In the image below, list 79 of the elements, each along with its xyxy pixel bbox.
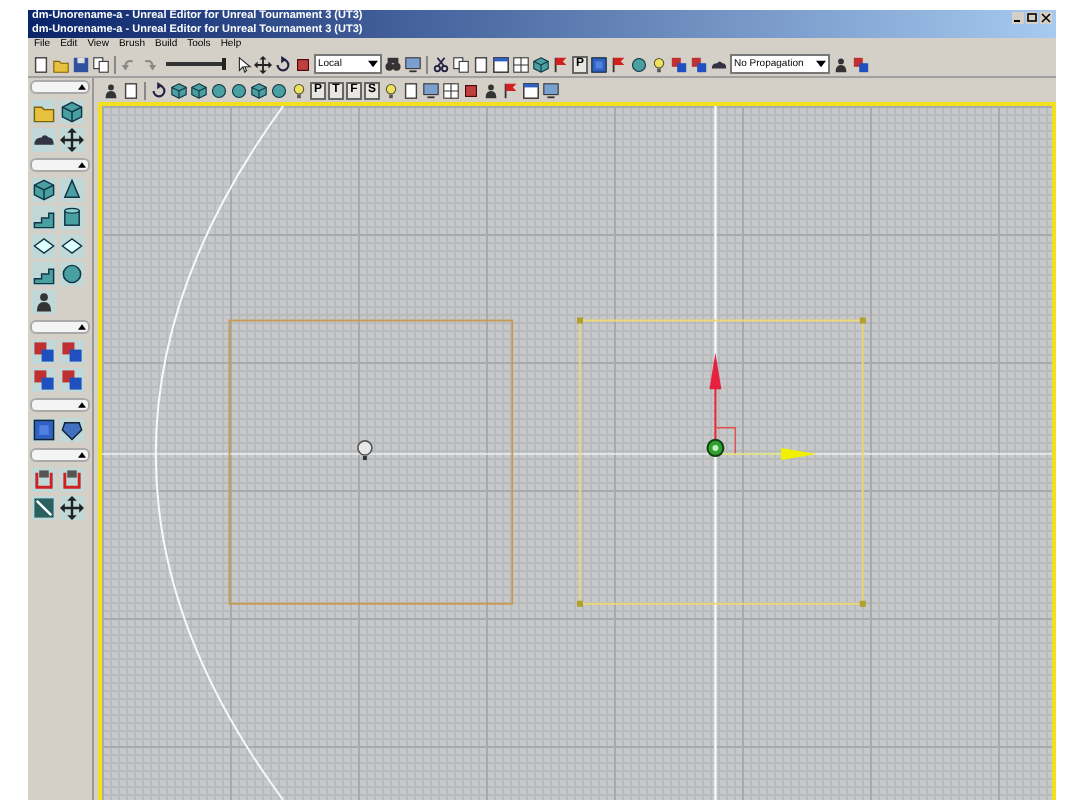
page-icon[interactable]	[402, 81, 421, 99]
minimize-icon[interactable]	[1012, 11, 1024, 23]
frame-icon[interactable]	[590, 55, 609, 73]
close-icon[interactable]	[1040, 11, 1052, 23]
person-icon[interactable]	[102, 81, 120, 99]
sphere-icon[interactable]	[630, 55, 649, 73]
blocks-icon[interactable]	[60, 340, 84, 364]
plane-icon[interactable]	[32, 234, 56, 258]
gem-icon[interactable]	[60, 418, 84, 442]
caret-icon[interactable]	[78, 402, 86, 408]
caret-icon[interactable]	[368, 60, 378, 68]
stairs-icon[interactable]	[32, 206, 56, 230]
flag-icon[interactable]	[552, 55, 570, 73]
cursor-icon[interactable]	[234, 55, 252, 73]
cube-icon[interactable]	[170, 81, 188, 99]
scissors-icon[interactable]	[432, 55, 450, 73]
grid-icon[interactable]	[512, 55, 530, 73]
person-icon[interactable]	[482, 81, 501, 99]
cylinder-icon[interactable]	[60, 206, 84, 230]
cube-icon[interactable]	[32, 178, 56, 202]
person-icon[interactable]	[832, 55, 851, 73]
cross-arrows-icon[interactable]	[60, 496, 84, 520]
lightbulb-icon[interactable]	[357, 440, 373, 461]
group-header[interactable]	[30, 158, 90, 172]
folder-icon[interactable]	[32, 100, 56, 124]
flag-icon[interactable]	[502, 81, 521, 99]
caret-icon[interactable]	[78, 324, 86, 330]
circle-arrow-icon[interactable]	[150, 81, 168, 99]
page-icon[interactable]	[122, 81, 140, 99]
bracket-icon[interactable]	[60, 468, 84, 492]
caret-icon[interactable]	[78, 84, 86, 90]
light-icon[interactable]	[290, 81, 308, 99]
square-icon[interactable]	[294, 55, 312, 73]
cloud-icon[interactable]	[710, 55, 729, 73]
monitor-icon[interactable]	[404, 55, 422, 73]
slash-icon[interactable]	[32, 496, 56, 520]
light-icon[interactable]	[650, 55, 669, 73]
bracket-icon[interactable]	[32, 468, 56, 492]
group-header[interactable]	[30, 398, 90, 412]
sphere-icon[interactable]	[60, 262, 84, 286]
person-icon[interactable]	[32, 290, 56, 314]
caret-icon[interactable]	[78, 162, 86, 168]
cloud-icon[interactable]	[32, 128, 56, 152]
light-icon[interactable]	[382, 81, 401, 99]
group-header[interactable]	[30, 80, 90, 94]
blocks-icon[interactable]	[32, 340, 56, 364]
cube-icon[interactable]	[190, 81, 208, 99]
binoculars-icon[interactable]	[384, 55, 402, 73]
cube-icon[interactable]	[60, 100, 84, 124]
circle-arrow-icon[interactable]	[274, 55, 292, 73]
monitor-icon[interactable]	[422, 81, 441, 99]
square-icon[interactable]	[462, 81, 481, 99]
grid-icon[interactable]	[442, 81, 461, 99]
blocks-icon[interactable]	[32, 368, 56, 392]
transform-gizmo-drawing[interactable]	[706, 352, 817, 461]
group-header[interactable]	[30, 320, 90, 334]
plane-icon[interactable]	[60, 234, 84, 258]
copy-icon[interactable]	[452, 55, 470, 73]
frame-icon[interactable]	[32, 418, 56, 442]
page-icon[interactable]	[472, 55, 490, 73]
cross-arrows-icon[interactable]	[60, 128, 84, 152]
page-icon[interactable]	[32, 55, 50, 73]
window-icon[interactable]	[522, 81, 541, 99]
group-header[interactable]	[30, 448, 90, 462]
caret-icon[interactable]	[78, 452, 86, 458]
cross-arrows-icon[interactable]	[254, 55, 272, 73]
cone-icon[interactable]	[60, 178, 84, 202]
monitor-icon[interactable]	[542, 81, 561, 99]
blocks-icon[interactable]	[852, 55, 871, 73]
cube-icon[interactable]	[250, 81, 268, 99]
caret-icon[interactable]	[816, 60, 827, 68]
blocks-icon[interactable]	[60, 368, 84, 392]
flag-icon[interactable]	[610, 55, 629, 73]
copy-icon[interactable]	[92, 55, 110, 73]
sphere-icon[interactable]	[270, 81, 288, 99]
stairs-icon[interactable]	[32, 262, 56, 286]
window-icon[interactable]	[492, 55, 510, 73]
cube-icon[interactable]	[532, 55, 550, 73]
maximize-icon[interactable]	[1026, 11, 1038, 23]
